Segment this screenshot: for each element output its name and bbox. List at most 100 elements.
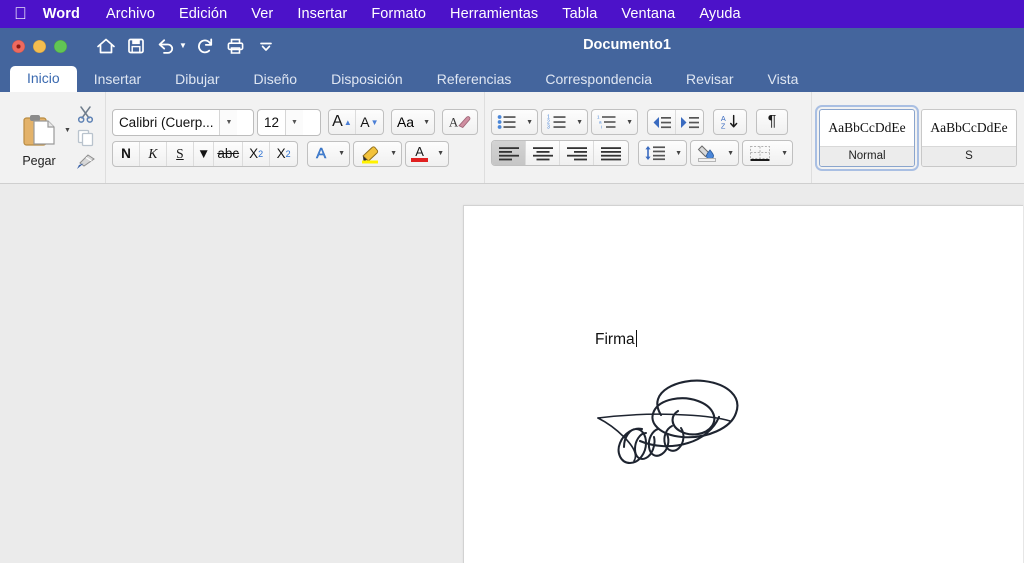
menu-item-tabla[interactable]: Tabla bbox=[550, 6, 609, 22]
style-normal-preview: AaBbCcDdEe bbox=[828, 119, 906, 135]
save-icon[interactable] bbox=[123, 33, 149, 59]
apple-logo-icon[interactable]:  bbox=[14, 5, 27, 22]
zoom-button[interactable] bbox=[54, 39, 67, 53]
redo-icon[interactable] bbox=[193, 33, 219, 59]
menu-item-herramientas[interactable]: Herramientas bbox=[438, 6, 550, 22]
change-case-split[interactable]: Aa ▼ bbox=[390, 109, 436, 135]
tab-diseno[interactable]: Diseño bbox=[237, 68, 315, 92]
superscript-button[interactable]: X2 bbox=[270, 142, 297, 166]
decrease-indent-button[interactable] bbox=[648, 110, 677, 134]
style-normal[interactable]: AaBbCcDdEe Normal bbox=[815, 104, 919, 171]
bullets-split[interactable]: ▼ bbox=[491, 109, 539, 135]
menu-item-formato[interactable]: Formato bbox=[359, 6, 438, 22]
shading-dropdown-icon[interactable]: ▼ bbox=[723, 141, 738, 165]
menu-item-insertar[interactable]: Insertar bbox=[285, 6, 359, 22]
line-spacing-split[interactable]: ▼ bbox=[638, 140, 688, 166]
numbering-split[interactable]: 1 2 3 ▼ bbox=[541, 109, 589, 135]
menu-item-edicion[interactable]: Edición bbox=[167, 6, 239, 22]
copy-button[interactable] bbox=[73, 127, 99, 149]
line-spacing-icon bbox=[645, 146, 666, 161]
tab-revisar[interactable]: Revisar bbox=[669, 68, 750, 92]
font-size-combo[interactable]: 12 ▼ bbox=[256, 108, 321, 136]
align-left-button[interactable] bbox=[492, 141, 527, 165]
show-formatting-marks-button[interactable]: ¶ bbox=[756, 109, 789, 135]
menu-item-archivo[interactable]: Archivo bbox=[94, 6, 167, 22]
cut-button[interactable] bbox=[73, 103, 99, 125]
menu-item-ver[interactable]: Ver bbox=[239, 6, 285, 22]
numbering-button[interactable]: 1 2 3 bbox=[542, 110, 572, 134]
borders-button[interactable] bbox=[743, 141, 777, 165]
align-right-button[interactable] bbox=[560, 141, 595, 165]
multilevel-dropdown-icon[interactable]: ▼ bbox=[622, 110, 637, 134]
print-icon[interactable] bbox=[223, 33, 249, 59]
highlight-button[interactable] bbox=[354, 142, 386, 166]
highlight-dropdown-icon[interactable]: ▼ bbox=[386, 142, 401, 166]
bullets-dropdown-icon[interactable]: ▼ bbox=[522, 110, 537, 134]
strikethrough-button[interactable]: abc bbox=[214, 141, 244, 166]
bullets-button[interactable] bbox=[492, 110, 522, 134]
menu-item-word[interactable]: Word bbox=[43, 6, 94, 22]
clear-formatting-button[interactable]: A bbox=[442, 109, 479, 135]
document-body-text[interactable]: Firma bbox=[595, 330, 637, 349]
increase-indent-button[interactable] bbox=[676, 110, 703, 134]
shading-button[interactable] bbox=[691, 141, 723, 165]
change-case-button[interactable]: Aa bbox=[392, 110, 419, 134]
bold-button[interactable]: N bbox=[113, 141, 140, 166]
underline-dropdown-icon[interactable]: ▼ bbox=[194, 141, 215, 166]
multilevel-list-button[interactable]: 1 a i bbox=[592, 110, 622, 134]
grow-font-button[interactable]: A ▲ bbox=[329, 110, 356, 134]
borders-dropdown-icon[interactable]: ▼ bbox=[777, 141, 792, 165]
ribbon-tab-strip: Inicio Insertar Dibujar Diseño Disposici… bbox=[0, 64, 1024, 92]
paste-button[interactable]: Pegar bbox=[8, 108, 70, 168]
tab-inicio[interactable]: Inicio bbox=[10, 66, 77, 92]
tab-insertar[interactable]: Insertar bbox=[77, 68, 158, 92]
text-effects-label: A bbox=[316, 145, 327, 163]
change-case-dropdown-icon[interactable]: ▼ bbox=[419, 110, 434, 134]
font-size-dropdown-icon[interactable]: ▼ bbox=[284, 109, 303, 135]
tab-dibujar[interactable]: Dibujar bbox=[158, 68, 236, 92]
format-painter-button[interactable] bbox=[73, 151, 99, 173]
paste-dropdown-icon[interactable]: ▼ bbox=[64, 127, 71, 134]
italic-button[interactable]: K bbox=[140, 141, 167, 166]
menu-item-ventana[interactable]: Ventana bbox=[609, 6, 687, 22]
highlight-split[interactable]: ▼ bbox=[353, 140, 403, 167]
underline-button[interactable]: S bbox=[167, 141, 194, 166]
text-effects-split[interactable]: A ▼ bbox=[307, 140, 351, 167]
line-spacing-button[interactable] bbox=[639, 141, 671, 165]
ribbon-group-font: Calibri (Cuerp... ▼ 12 ▼ A ▲ A ▼ Aa ▼ A … bbox=[104, 92, 484, 183]
multilevel-split[interactable]: 1 a i ▼ bbox=[591, 109, 639, 135]
style-second[interactable]: AaBbCcDdEe S bbox=[921, 108, 1017, 167]
font-color-split[interactable]: A ▼ bbox=[405, 140, 450, 167]
clipboard-icon bbox=[23, 114, 55, 146]
sort-button[interactable]: A Z bbox=[713, 109, 748, 135]
document-canvas[interactable]: Firma bbox=[0, 185, 1024, 563]
line-spacing-dropdown-icon[interactable]: ▼ bbox=[671, 141, 686, 165]
overflow-chevron-icon[interactable] bbox=[253, 33, 279, 59]
tab-referencias[interactable]: Referencias bbox=[420, 68, 529, 92]
undo-icon[interactable] bbox=[153, 33, 179, 59]
document-page[interactable]: Firma bbox=[463, 205, 1023, 563]
subscript-button[interactable]: X2 bbox=[243, 141, 271, 166]
font-size-steppers: A ▲ A ▼ bbox=[327, 109, 384, 135]
font-color-dropdown-icon[interactable]: ▼ bbox=[433, 142, 448, 166]
undo-dropdown-icon[interactable]: ▼ bbox=[179, 42, 187, 50]
tab-disposicion[interactable]: Disposición bbox=[314, 68, 420, 92]
tab-correspondencia[interactable]: Correspondencia bbox=[528, 68, 669, 92]
font-name-combo[interactable]: Calibri (Cuerp... ▼ bbox=[111, 108, 254, 136]
home-icon[interactable] bbox=[93, 33, 119, 59]
align-center-button[interactable] bbox=[526, 141, 561, 165]
borders-split[interactable]: ▼ bbox=[742, 140, 794, 166]
minimize-button[interactable] bbox=[33, 39, 46, 53]
text-effects-dropdown-icon[interactable]: ▼ bbox=[334, 142, 349, 166]
ribbon-group-paragraph: ▼ 1 2 3 ▼ 1 a i ▼ A Z ¶ ▼ ▼ ▼ bbox=[484, 92, 799, 183]
text-effects-button[interactable]: A bbox=[308, 142, 334, 166]
shrink-font-button[interactable]: A ▼ bbox=[356, 110, 383, 134]
menu-item-ayuda[interactable]: Ayuda bbox=[687, 6, 752, 22]
close-button[interactable] bbox=[12, 39, 25, 53]
numbering-dropdown-icon[interactable]: ▼ bbox=[572, 110, 587, 134]
tab-vista[interactable]: Vista bbox=[751, 68, 816, 92]
font-name-dropdown-icon[interactable]: ▼ bbox=[219, 109, 238, 135]
shading-split[interactable]: ▼ bbox=[690, 140, 740, 166]
font-color-button[interactable]: A bbox=[406, 142, 433, 166]
align-justify-button[interactable] bbox=[594, 141, 628, 165]
